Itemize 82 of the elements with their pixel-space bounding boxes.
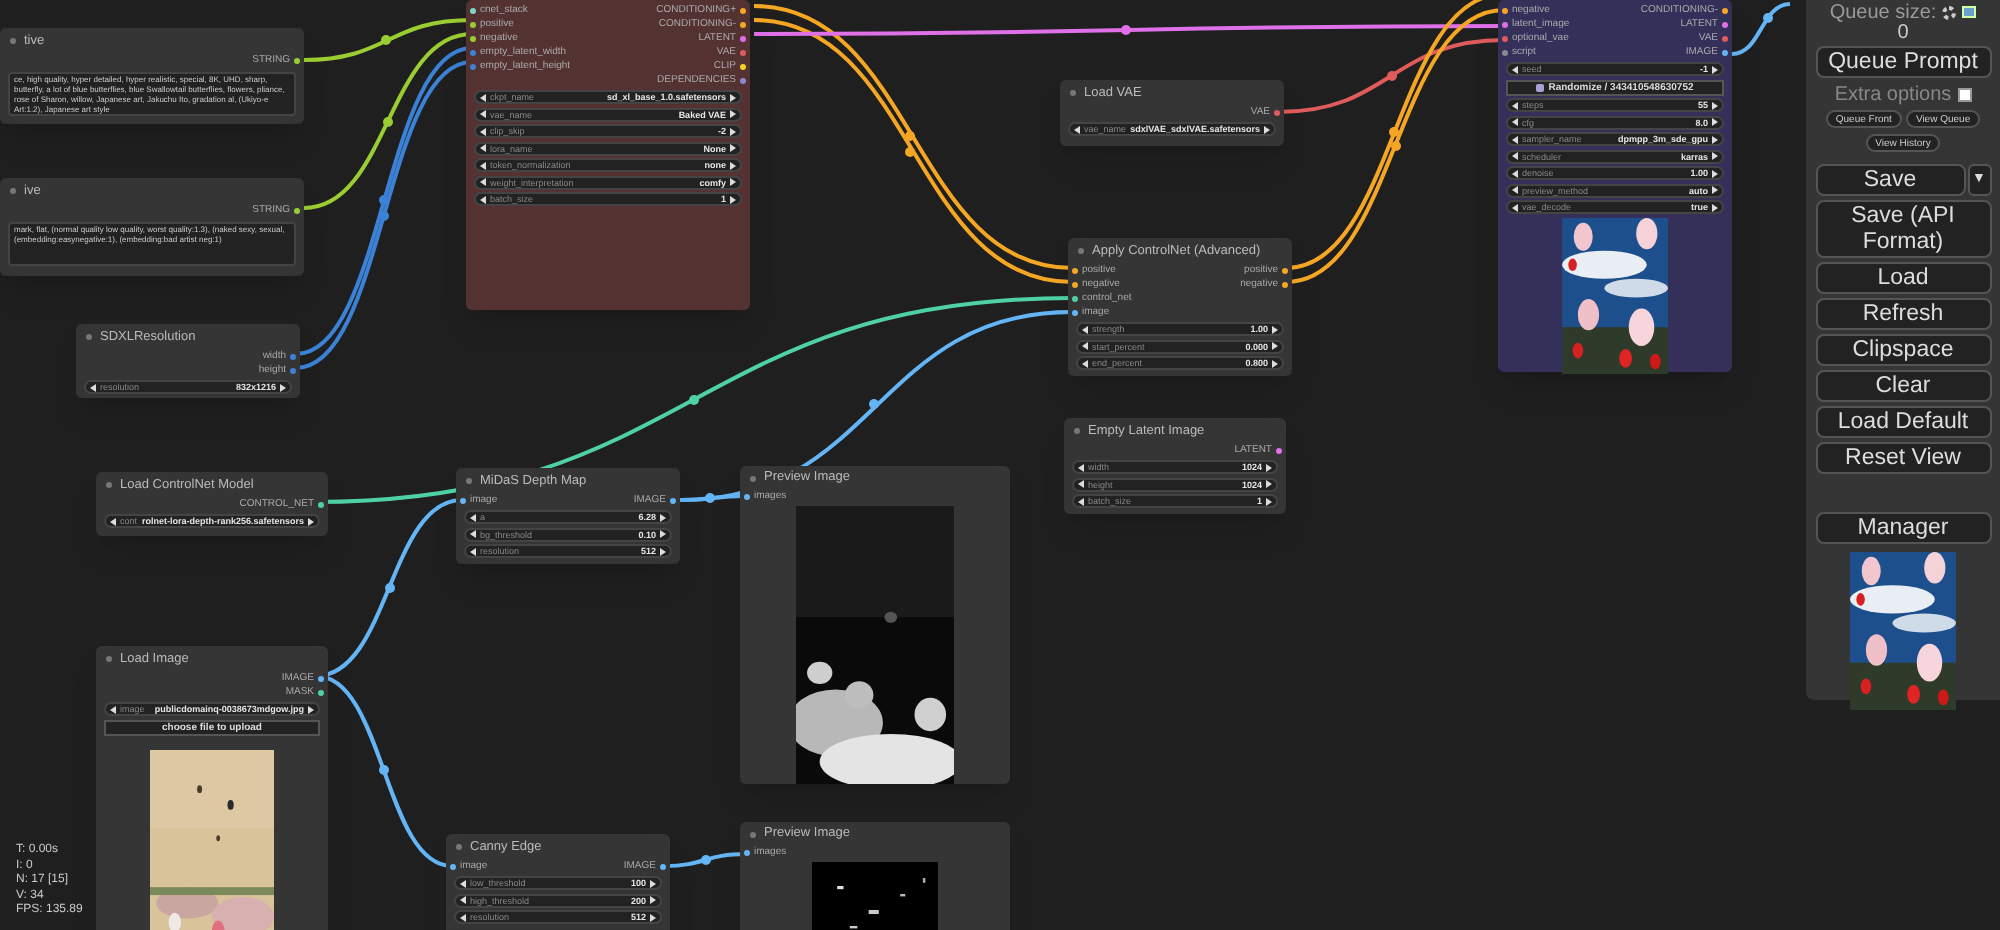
- menu-button[interactable]: Load: [1815, 262, 1991, 294]
- decrement-arrow-icon[interactable]: [1512, 152, 1518, 160]
- decrement-arrow-icon[interactable]: [1512, 65, 1518, 73]
- increment-arrow-icon[interactable]: [650, 913, 656, 921]
- increment-arrow-icon[interactable]: [1272, 359, 1278, 367]
- increment-arrow-icon[interactable]: [1712, 135, 1718, 143]
- decrement-arrow-icon[interactable]: [1082, 325, 1088, 333]
- increment-arrow-icon[interactable]: [650, 896, 656, 904]
- increment-arrow-icon[interactable]: [1266, 463, 1272, 471]
- menu-button[interactable]: Load Default: [1815, 406, 1991, 438]
- decrement-arrow-icon[interactable]: [480, 144, 486, 152]
- decrement-arrow-icon[interactable]: [470, 513, 476, 521]
- increment-arrow-icon[interactable]: [730, 161, 736, 169]
- decrement-arrow-icon[interactable]: [1078, 463, 1084, 471]
- increment-arrow-icon[interactable]: [1272, 342, 1278, 350]
- increment-arrow-icon[interactable]: [660, 530, 666, 538]
- decrement-arrow-icon[interactable]: [480, 161, 486, 169]
- decrement-arrow-icon[interactable]: [110, 705, 116, 713]
- menu-button[interactable]: Clear: [1815, 370, 1991, 402]
- decrement-arrow-icon[interactable]: [470, 547, 476, 555]
- increment-arrow-icon[interactable]: [1712, 203, 1718, 211]
- decrement-arrow-icon[interactable]: [460, 896, 466, 904]
- queue-prompt-button[interactable]: Queue Prompt: [1815, 46, 1991, 78]
- decrement-arrow-icon[interactable]: [460, 879, 466, 887]
- increment-arrow-icon[interactable]: [1712, 101, 1718, 109]
- increment-arrow-icon[interactable]: [1712, 152, 1718, 160]
- increment-arrow-icon[interactable]: [1264, 125, 1270, 133]
- increment-arrow-icon[interactable]: [1712, 65, 1718, 73]
- increment-arrow-icon[interactable]: [308, 517, 314, 525]
- decrement-arrow-icon[interactable]: [480, 127, 486, 135]
- decrement-arrow-icon[interactable]: [1512, 169, 1518, 177]
- decrement-arrow-icon[interactable]: [1512, 118, 1518, 126]
- menu-button[interactable]: Reset View: [1815, 442, 1991, 474]
- decrement-arrow-icon[interactable]: [1082, 359, 1088, 367]
- increment-arrow-icon[interactable]: [1266, 497, 1272, 505]
- decrement-arrow-icon[interactable]: [1512, 101, 1518, 109]
- decrement-arrow-icon[interactable]: [480, 195, 486, 203]
- increment-arrow-icon[interactable]: [730, 144, 736, 152]
- decrement-arrow-icon[interactable]: [460, 913, 466, 921]
- increment-arrow-icon[interactable]: [1712, 118, 1718, 126]
- decrement-arrow-icon[interactable]: [1082, 342, 1088, 350]
- decrement-arrow-icon[interactable]: [1512, 135, 1518, 143]
- decrement-arrow-icon[interactable]: [470, 530, 476, 538]
- increment-arrow-icon[interactable]: [1712, 186, 1718, 194]
- node-card[interactable]: [1498, 0, 1732, 372]
- queue-size-label: Queue size:: [1829, 0, 1937, 24]
- connection-wire: [1731, 2, 1791, 56]
- decrement-arrow-icon[interactable]: [1074, 125, 1080, 133]
- increment-arrow-icon[interactable]: [660, 513, 666, 521]
- image-icon[interactable]: [1962, 6, 1977, 18]
- save-button[interactable]: Save: [1815, 164, 1965, 196]
- node-card[interactable]: [466, 0, 750, 310]
- decrement-arrow-icon[interactable]: [480, 110, 486, 118]
- increment-arrow-icon[interactable]: [1712, 169, 1718, 177]
- increment-arrow-icon[interactable]: [730, 110, 736, 118]
- extra-options-label: Extra options: [1834, 82, 1952, 110]
- decrement-arrow-icon[interactable]: [1512, 186, 1518, 194]
- increment-arrow-icon[interactable]: [730, 178, 736, 186]
- increment-arrow-icon[interactable]: [730, 93, 736, 101]
- menu-button[interactable]: Clipspace: [1815, 334, 1991, 366]
- increment-arrow-icon[interactable]: [730, 195, 736, 203]
- increment-arrow-icon[interactable]: [650, 879, 656, 887]
- decrement-arrow-icon[interactable]: [480, 93, 486, 101]
- menu-button[interactable]: Refresh: [1815, 298, 1991, 330]
- settings-icon[interactable]: [1942, 5, 1957, 19]
- increment-arrow-icon[interactable]: [308, 705, 314, 713]
- increment-arrow-icon[interactable]: [660, 547, 666, 555]
- queue-count: 0: [1897, 24, 1909, 44]
- decrement-arrow-icon[interactable]: [1078, 480, 1084, 488]
- increment-arrow-icon[interactable]: [280, 383, 286, 391]
- decrement-arrow-icon[interactable]: [1078, 497, 1084, 505]
- menu-button[interactable]: Save (API Format): [1815, 200, 1991, 258]
- decrement-arrow-icon[interactable]: [90, 383, 96, 391]
- manager-button[interactable]: Manager: [1815, 512, 1991, 544]
- extra-options-checkbox[interactable]: [1957, 88, 1972, 102]
- decrement-arrow-icon[interactable]: [480, 178, 486, 186]
- decrement-arrow-icon[interactable]: [110, 517, 116, 525]
- increment-arrow-icon[interactable]: [730, 127, 736, 135]
- node-card[interactable]: [0, 28, 304, 124]
- decrement-arrow-icon[interactable]: [1512, 203, 1518, 211]
- increment-arrow-icon[interactable]: [1272, 325, 1278, 333]
- increment-arrow-icon[interactable]: [1266, 480, 1272, 488]
